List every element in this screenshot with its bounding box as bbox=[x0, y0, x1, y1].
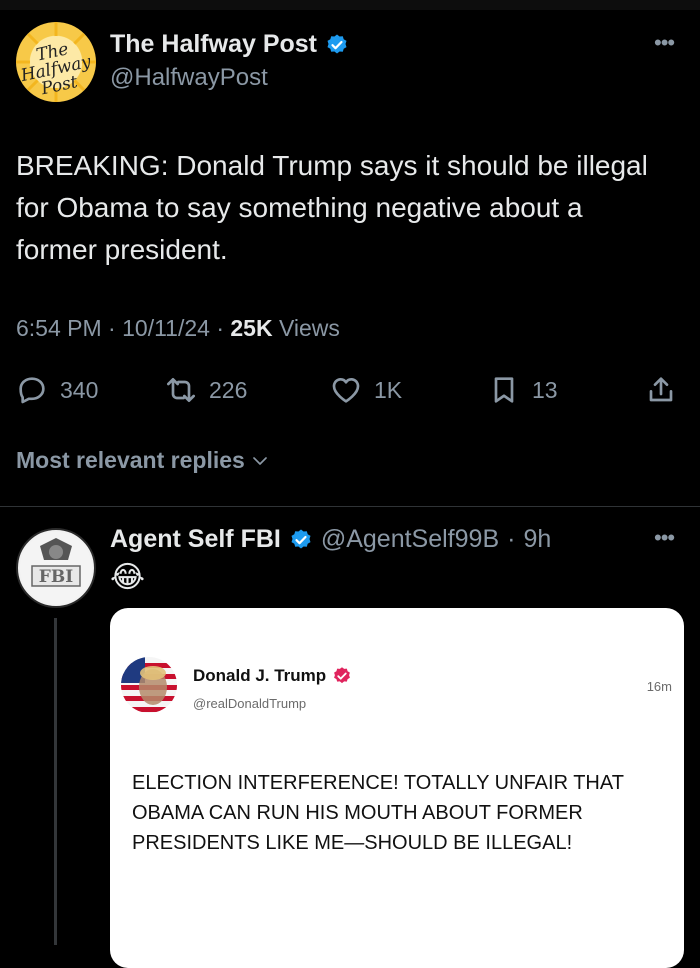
reply-author-handle[interactable]: @AgentSelf99B bbox=[321, 525, 499, 554]
post-time[interactable]: 6:54 PM bbox=[16, 315, 102, 341]
repost-button[interactable]: 226 bbox=[165, 374, 247, 406]
heart-icon bbox=[332, 378, 360, 403]
repost-count: 226 bbox=[209, 376, 248, 403]
more-options-icon[interactable]: ••• bbox=[654, 527, 675, 549]
reply-header: Agent Self FBI @AgentSelf99B · 9h bbox=[110, 525, 551, 554]
fbi-seal-icon: FBI bbox=[20, 532, 92, 604]
like-button[interactable]: 1K bbox=[330, 374, 402, 406]
fbi-seal-text: FBI bbox=[39, 567, 73, 587]
reply-count: 340 bbox=[60, 376, 99, 403]
embedded-author-name: Donald J. Trump bbox=[193, 666, 352, 686]
verified-badge-icon bbox=[334, 667, 351, 684]
more-options-icon[interactable]: ••• bbox=[654, 32, 675, 54]
reply-emoji: 😂 bbox=[110, 561, 146, 594]
share-icon bbox=[649, 377, 673, 402]
author-name-text: The Halfway Post bbox=[110, 30, 317, 58]
author-handle[interactable]: @HalfwayPost bbox=[110, 64, 268, 92]
embedded-time: 16m bbox=[646, 679, 672, 694]
embedded-author-handle: @realDonaldTrump bbox=[193, 696, 307, 711]
repost-icon bbox=[167, 378, 195, 402]
views-label: Views bbox=[278, 315, 340, 341]
embedded-post-text: ELECTION INTERFERENCE! TOTALLY UNFAIR TH… bbox=[132, 772, 624, 854]
bookmark-count: 13 bbox=[532, 376, 558, 403]
reply-media-image[interactable]: Donald J. Trump @realDonaldTrump 16m ELE… bbox=[110, 608, 684, 968]
post-date[interactable]: 10/11/24 bbox=[122, 315, 210, 341]
verified-badge-icon bbox=[291, 529, 311, 548]
meta-separator: · bbox=[216, 315, 231, 341]
reply-age[interactable]: 9h bbox=[523, 525, 551, 554]
reply-icon bbox=[19, 377, 45, 404]
replies-sort-dropdown[interactable]: Most relevant replies bbox=[16, 447, 269, 474]
post-meta: 6:54 PM · 10/11/24 · 25K Views bbox=[16, 315, 340, 342]
embedded-avatar bbox=[121, 657, 177, 713]
reply-button[interactable]: 340 bbox=[16, 374, 98, 406]
reply-author-name[interactable]: Agent Self FBI bbox=[110, 525, 281, 554]
share-button[interactable] bbox=[645, 374, 677, 406]
verified-badge-icon bbox=[327, 34, 347, 53]
bookmark-button[interactable]: 13 bbox=[488, 374, 558, 406]
author-name[interactable]: The Halfway Post bbox=[110, 30, 349, 59]
flag-portrait-icon bbox=[121, 657, 177, 713]
chevron-down-icon bbox=[252, 456, 267, 465]
replies-sort-label: Most relevant replies bbox=[16, 447, 245, 473]
embedded-author-name-text: Donald J. Trump bbox=[193, 666, 327, 685]
meta-separator: · bbox=[108, 315, 123, 341]
views-count: 25K bbox=[230, 315, 273, 341]
post-text: BREAKING: Donald Trump says it should be… bbox=[16, 150, 648, 265]
bookmark-icon bbox=[494, 377, 514, 403]
thread-line bbox=[54, 618, 57, 945]
top-status-strip bbox=[0, 0, 700, 10]
reply-author-avatar[interactable]: FBI bbox=[16, 528, 96, 608]
like-count: 1K bbox=[374, 376, 403, 403]
divider bbox=[0, 506, 700, 507]
meta-separator: · bbox=[507, 525, 516, 553]
author-avatar[interactable]: The Halfway Post bbox=[16, 22, 96, 102]
